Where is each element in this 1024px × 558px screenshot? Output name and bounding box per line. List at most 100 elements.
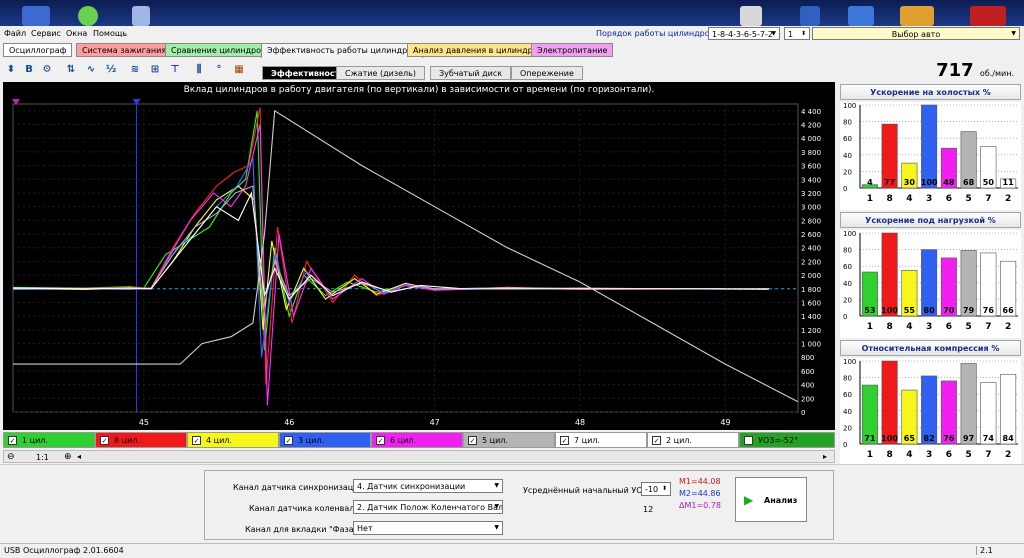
category-label: 4 <box>906 322 912 332</box>
channel-label: 1 цил. <box>22 436 48 445</box>
firing-order-select[interactable]: 1-8-4-3-6-5-7-2 ▼ <box>708 27 780 40</box>
chart-icon[interactable]: ▦ <box>232 63 246 77</box>
x-tick-label: 48 <box>575 418 585 427</box>
bar <box>921 104 938 189</box>
spin-arrows-icon[interactable]: ⬍ <box>662 485 667 492</box>
zoom-in-icon[interactable]: ⊕ <box>64 452 72 462</box>
subtab-advance[interactable]: Опережение <box>511 66 583 80</box>
cursor-icon[interactable]: ⊤ <box>168 63 182 77</box>
bar-value-label: 79 <box>963 306 975 315</box>
spin-arrows-icon[interactable]: ⬍ <box>801 30 806 37</box>
bar-value-label: 48 <box>943 178 955 187</box>
bold-b-icon[interactable]: B <box>22 63 36 77</box>
desktop-icon <box>800 6 820 26</box>
checkbox-icon[interactable]: ✓ <box>376 436 385 445</box>
y-tick-label: 1 400 <box>801 313 821 321</box>
series-line <box>12 124 726 406</box>
channel-toggle[interactable]: УОЗ=-52° <box>739 432 835 448</box>
y-tick-label: 20 <box>843 424 852 432</box>
degree-icon[interactable]: ° <box>212 63 226 77</box>
channel-toggle[interactable]: ✓ 3 цил. <box>279 432 371 448</box>
checkbox-icon[interactable]: ✓ <box>284 436 293 445</box>
channel-toggle[interactable]: ✓ 1 цил. <box>3 432 95 448</box>
bar <box>881 360 898 445</box>
phase-channel-label: Канал для вкладки "Фаза" <box>245 525 358 534</box>
zoom-out-icon[interactable]: ⊖ <box>7 452 15 462</box>
category-label: 1 <box>867 450 873 460</box>
channel-toggle[interactable]: ✓ 7 цил. <box>555 432 647 448</box>
avg-advance-stepper[interactable]: -10 ⬍ <box>641 482 671 496</box>
category-label: 7 <box>985 450 991 460</box>
menu-help[interactable]: Помощь <box>93 29 127 38</box>
menu-file[interactable]: Файл <box>4 29 26 38</box>
channel-toggle[interactable]: ✓ 2 цил. <box>647 432 739 448</box>
efficiency-chart[interactable]: Вклад цилиндров в работу двигателя (по в… <box>3 82 835 430</box>
category-label: 4 <box>906 194 912 204</box>
tab-ignition[interactable]: Система зажигания <box>76 43 173 57</box>
y-tick-label: 60 <box>843 135 852 143</box>
tab-power-supply[interactable]: Электропитание <box>531 43 614 57</box>
bar-value-label: 66 <box>1003 306 1015 315</box>
tab-cylinder-efficiency[interactable]: Эффективность работы цилиндров <box>261 43 423 58</box>
avg-advance-label: Усреднённый начальный УОЗ <box>523 486 648 495</box>
y-tick-label: 0 <box>843 185 847 193</box>
subtab-compression[interactable]: Сжатие (дизель) <box>336 66 425 80</box>
scroll-right-icon[interactable]: ▸ <box>823 452 827 461</box>
filter-icon[interactable]: ≋ <box>128 63 142 77</box>
category-label: 6 <box>946 450 952 460</box>
sync-channel-select[interactable]: 4. Датчик синхронизации ▼ <box>353 479 503 493</box>
analyze-button[interactable]: ▶ Анализ <box>735 477 807 522</box>
checkbox-icon[interactable]: ✓ <box>192 436 201 445</box>
fraction-icon[interactable]: ½ <box>104 63 118 77</box>
menu-service[interactable]: Сервис <box>31 29 61 38</box>
scale-icon[interactable]: ⇅ <box>64 63 78 77</box>
channel-toggle[interactable]: ✓ 4 цил. <box>187 432 279 448</box>
subtab-toothed-disk[interactable]: Зубчатый диск <box>430 66 512 80</box>
y-tick-label: 1 000 <box>801 341 821 349</box>
checkbox-icon[interactable]: ✓ <box>560 436 569 445</box>
phase-channel-select[interactable]: Нет ▼ <box>353 521 503 535</box>
category-label: 3 <box>926 450 932 460</box>
scroll-left-icon[interactable]: ◂ <box>77 452 81 461</box>
signal-icon[interactable]: ∿ <box>84 63 98 77</box>
bar-value-label: 65 <box>904 434 916 443</box>
y-tick-label: 100 <box>843 102 856 110</box>
checkbox-icon[interactable]: ✓ <box>100 436 109 445</box>
menu-windows[interactable]: Окна <box>66 29 87 38</box>
zoom-fit-icon[interactable]: ⬍ <box>4 63 18 77</box>
channel-label: 5 цил. <box>482 436 508 445</box>
crank-channel-select[interactable]: 2. Датчик Полож Коленчатого Вал ▼ <box>353 500 503 514</box>
channel-label: 8 цил. <box>114 436 140 445</box>
channel-label: 2 цил. <box>666 436 692 445</box>
category-label: 8 <box>886 322 892 332</box>
firing-order-value: 1-8-4-3-6-5-7-2 <box>712 30 773 39</box>
checkbox-icon[interactable]: ✓ <box>652 436 661 445</box>
tab-cylinder-compare[interactable]: Сравнение цилиндров <box>165 43 272 57</box>
chart-plot: 4 400 4 200 4 000 3 800 3 600 3 400 3 200 3 000… <box>12 99 821 427</box>
checkbox-icon[interactable]: ✓ <box>8 436 17 445</box>
category-label: 8 <box>886 194 892 204</box>
bar-gear-icon[interactable]: ⊞ <box>148 63 162 77</box>
checkbox-icon[interactable]: ✓ <box>468 436 477 445</box>
desktop-icon <box>900 6 934 26</box>
cylinders-icon[interactable]: ⫼ <box>192 63 206 77</box>
tab-oscilloscope[interactable]: Осциллограф <box>3 43 73 57</box>
y-tick-label: 3 800 <box>801 149 821 157</box>
channel-toggle[interactable]: ✓ 5 цил. <box>463 432 555 448</box>
cylinder-stepper[interactable]: 1 ⬍ <box>784 27 810 40</box>
rpm-icon[interactable]: ⚙ <box>40 63 54 77</box>
bar-value-label: 77 <box>884 178 895 187</box>
bar <box>881 232 898 317</box>
bar-value-label: 97 <box>963 434 974 443</box>
tab-pressure-analysis[interactable]: Анализ давления в цилиндре <box>407 43 544 57</box>
channel-toggle[interactable]: ✓ 8 цил. <box>95 432 187 448</box>
crank-channel-value: 2. Датчик Полож Коленчатого Вал <box>357 503 503 512</box>
series-line <box>12 156 726 358</box>
car-select[interactable]: Выбор авто ▼ <box>812 27 1020 40</box>
channel-toggle[interactable]: ✓ 6 цил. <box>371 432 463 448</box>
y-tick-label: 2 000 <box>801 272 821 280</box>
category-label: 7 <box>985 194 991 204</box>
sync-channel-label: Канал датчика синхронизации <box>233 483 364 492</box>
checkbox-icon[interactable] <box>744 436 753 445</box>
channel-label: 4 цил. <box>206 436 232 445</box>
